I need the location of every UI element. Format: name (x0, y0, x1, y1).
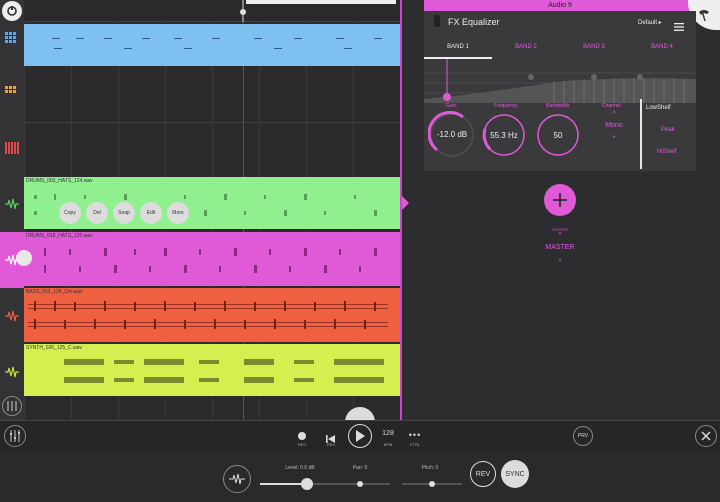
clip-name: DRUMS_003_HATS_124.wav (26, 178, 93, 184)
rev-label: REV (326, 442, 336, 447)
close-icon[interactable] (695, 425, 717, 447)
pad-grid-orange-icon[interactable] (2, 82, 22, 102)
panel-title: FX Equalizer (448, 17, 500, 27)
ctrl-label: CTRL (409, 442, 421, 447)
filter-hishelf[interactable]: HiShelf (657, 149, 676, 155)
pitch-slider-handle[interactable] (429, 481, 435, 487)
track-scrub-handle[interactable] (16, 250, 32, 266)
menu-icon[interactable] (674, 18, 684, 31)
ellipsis-icon[interactable]: ••• (406, 430, 424, 440)
filter-lowshelf[interactable]: LowShelf (646, 105, 671, 111)
level-label: Level: 0.0 dB (285, 465, 315, 471)
channel-stepper[interactable]: ^ Mono ^ (600, 111, 628, 159)
frequency-value: 55.3 Hz (490, 131, 518, 140)
output-select[interactable]: MASTER (530, 244, 590, 251)
audio-track-icon-yellow[interactable] (2, 362, 22, 382)
clip-name: SYNTH_026_125_C.wav (26, 345, 82, 351)
play-button[interactable] (348, 424, 372, 448)
mixer-sliders-icon[interactable] (4, 425, 26, 447)
rec-label: REC (297, 442, 307, 447)
bottom-transport-bar: REC REV 128 BPM ••• CTRL PRV Level: 0.0 … (0, 420, 720, 502)
track-title-bar: Audio 9 (424, 0, 696, 11)
more-button[interactable]: More (167, 202, 189, 224)
reverse-button[interactable]: REV (470, 461, 496, 487)
level-slider-fill (260, 483, 305, 485)
channel-value: Mono (605, 122, 623, 129)
band-tabs: BAND 1 BAND 2 BAND 3 BAND 4 (424, 37, 696, 59)
eq-curve-graph[interactable] (424, 59, 696, 103)
rewind-icon[interactable] (326, 431, 336, 443)
gain-knob[interactable]: -12.0 dB (427, 111, 476, 159)
bpm-label: BPM (383, 442, 393, 447)
bpm-value[interactable]: 128 (378, 430, 398, 437)
filter-peak[interactable]: Peak (661, 127, 675, 133)
level-slider-handle[interactable] (301, 478, 313, 490)
waveform-icon[interactable] (223, 465, 251, 493)
sync-button[interactable]: SYNC (501, 460, 529, 488)
pitch-label: Pitch: 0 (421, 465, 439, 471)
pad-grid-icon[interactable] (2, 28, 22, 48)
tab-band-1[interactable]: BAND 1 (424, 37, 492, 59)
midi-clip-blue[interactable] (24, 24, 400, 66)
fx-equalizer-panel: FX Equalizer Default ▸ BAND 1 BAND 2 BAN… (424, 11, 696, 171)
tab-band-2[interactable]: BAND 2 (492, 37, 560, 59)
pan-slider-handle[interactable] (357, 481, 363, 487)
bandwidth-label: Bandwidth (546, 103, 570, 109)
frequency-label: Frequency (494, 103, 518, 109)
chevron-up-icon[interactable]: ^ (600, 111, 628, 118)
add-effect-button[interactable] (544, 184, 576, 216)
keyboard-icon[interactable] (2, 138, 22, 158)
mixer-icon[interactable] (2, 396, 22, 416)
gain-value: -12.0 dB (436, 130, 468, 139)
output-down-icon[interactable]: ^ (540, 254, 580, 261)
preview-button[interactable]: PRV (573, 426, 593, 446)
audio-clip[interactable]: DRUMS_018_HATS_120.wav (24, 232, 400, 286)
chevron-down-icon[interactable]: ^ (600, 131, 628, 138)
audio-track-icon-green[interactable] (2, 194, 22, 214)
home-icon[interactable] (2, 1, 22, 21)
arrange-grid[interactable]: DRUMS_003_HATS_124.wav Copy Del Snap Edi… (16, 22, 400, 420)
audio-clip[interactable]: BASS_010_124_Cm.wav (24, 288, 400, 342)
power-toggle-icon[interactable] (434, 15, 440, 27)
delete-button[interactable]: Del (86, 202, 108, 224)
bandwidth-value: 50 (553, 131, 563, 140)
level-slider-track[interactable] (260, 483, 340, 485)
gain-label: Gain (446, 103, 457, 109)
track-divider (400, 0, 402, 420)
app-root: DRUMS_003_HATS_124.wav Copy Del Snap Edi… (0, 0, 720, 502)
audio-track-icon-orange[interactable] (2, 306, 22, 326)
timeline-ruler[interactable] (24, 0, 400, 22)
record-icon[interactable] (298, 432, 306, 440)
copy-button[interactable]: Copy (59, 202, 81, 224)
frequency-knob[interactable]: 55.3 Hz (482, 113, 526, 157)
clip-name: BASS_010_124_Cm.wav (26, 289, 83, 295)
tab-band-4[interactable]: BAND 4 (628, 37, 696, 59)
output-up-icon[interactable]: ^ (540, 232, 580, 239)
clip-name: DRUMS_018_HATS_120.wav (26, 233, 93, 239)
audio-clip[interactable]: SYNTH_026_125_C.wav (24, 344, 400, 396)
snap-button[interactable]: Snap (113, 202, 135, 224)
panel-arrow-icon (402, 196, 409, 210)
preset-dropdown[interactable]: Default ▸ (638, 19, 662, 26)
bandwidth-knob[interactable]: 50 (536, 113, 580, 157)
loop-range-bar[interactable] (246, 0, 396, 4)
channel-label: Channel (602, 103, 621, 109)
edit-button[interactable]: Edit (140, 202, 162, 224)
pan-label: Pan: 0 (352, 465, 368, 471)
audio-clip[interactable]: DRUMS_003_HATS_124.wav Copy Del Snap Edi… (24, 177, 400, 229)
track-icons-column (0, 0, 24, 420)
tab-band-3[interactable]: BAND 3 (560, 37, 628, 59)
filter-type-indicator (640, 99, 642, 169)
